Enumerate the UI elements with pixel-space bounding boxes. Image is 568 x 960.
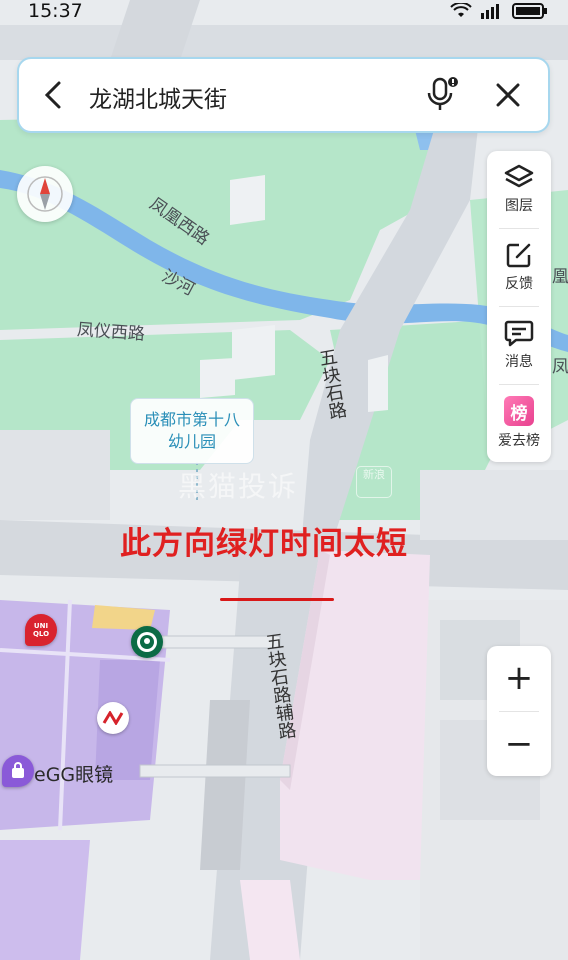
poi-kindergarten[interactable]: 成都市第十八 幼儿园 [130,398,254,464]
search-bar[interactable]: 龙湖北城天街 [17,57,550,133]
feedback-button[interactable]: 反馈 [487,229,551,305]
ranking-label: 爱去榜 [498,433,540,449]
egg-glasses-label: eGG眼镜 [34,764,114,786]
newbalance-pin[interactable] [97,702,129,734]
zoom-out-button[interactable]: − [487,712,551,776]
ranking-badge-icon: 榜 [504,396,534,426]
watermark-badge: 新浪 [356,466,392,498]
ranking-button[interactable]: 榜 爱去榜 [487,385,551,461]
battery-icon [512,3,547,19]
shopping-bag-icon [12,762,24,778]
wifi-icon [450,3,472,17]
uniqlo-pin[interactable]: UNI QLO [25,614,57,646]
newbalance-logo-icon [102,711,124,725]
egg-glasses-pin[interactable] [2,755,34,787]
messages-button[interactable]: 消息 [487,307,551,383]
zoom-controls: + − [487,646,551,776]
uniqlo-logo-text: UNI QLO [32,622,50,638]
status-time: 15:37 [28,0,83,22]
voice-search-button[interactable] [424,75,460,115]
compass-icon [27,176,63,212]
chevron-left-icon [44,81,61,109]
status-bar: 15:37 [0,0,568,24]
feedback-edit-icon [506,243,531,268]
zoom-in-button[interactable]: + [487,646,551,710]
status-icons [450,2,548,20]
close-icon [496,83,520,107]
layers-label: 图层 [505,198,533,214]
layers-button[interactable]: 图层 [487,151,551,227]
annotation-text: 此方向绿灯时间太短 [120,526,408,562]
watermark-text: 黑猫投诉 [178,470,299,503]
road-label-right-2: 凤 [552,357,568,377]
map-tools-panel: 图层 反馈 消息 榜 爱去榜 [487,151,551,462]
starbucks-pin[interactable] [131,626,163,658]
road-label-right-1: 凰 [552,267,568,287]
close-button[interactable] [490,77,526,113]
annotation-underline [220,598,334,601]
road-label-fengyi-west: 凤仪西路 [76,319,146,345]
starbucks-logo-icon [137,632,157,652]
poi-name-line2: 幼儿园 [167,432,216,451]
back-button[interactable] [35,77,71,113]
message-icon [504,320,534,347]
poi-name-line1: 成都市第十八 [143,410,240,429]
signal-icon [481,4,499,19]
compass-button[interactable] [17,166,73,222]
feedback-label: 反馈 [505,276,533,292]
microphone-icon [427,77,458,110]
layers-icon [504,164,534,188]
search-input[interactable]: 龙湖北城天街 [89,80,227,114]
messages-label: 消息 [505,354,533,370]
